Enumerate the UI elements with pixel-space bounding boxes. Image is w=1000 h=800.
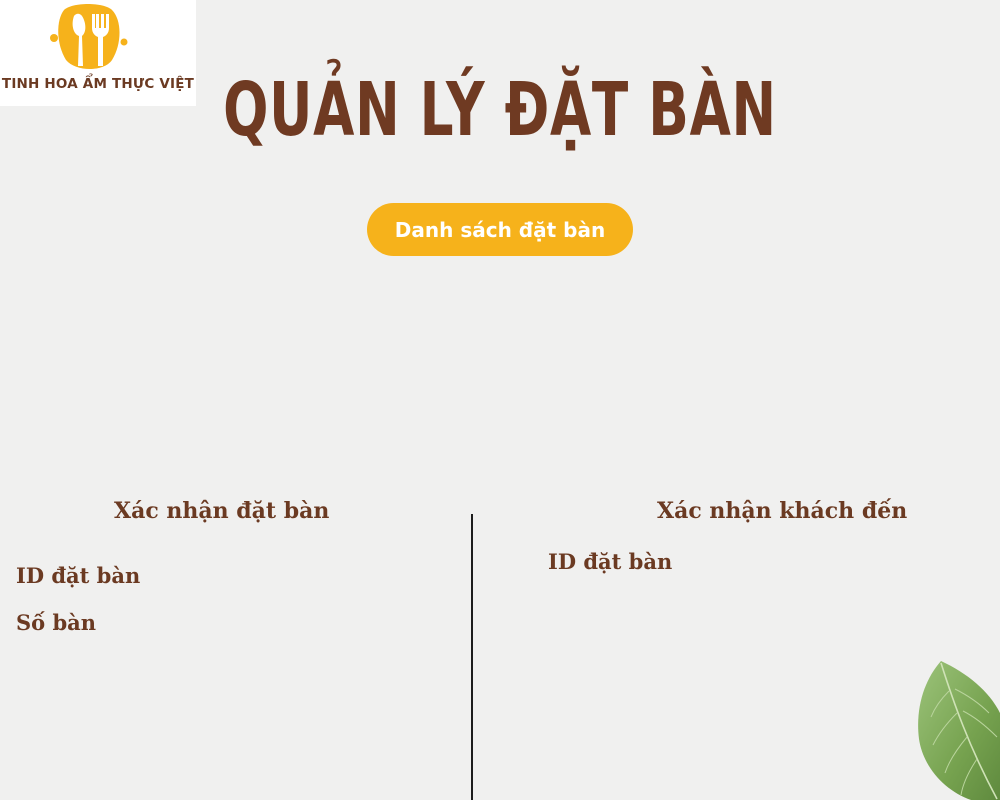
confirm-arrival-title: Xác nhận khách đến [657,498,908,524]
page-title: QUẢN LÝ ĐẶT BÀN [223,67,777,153]
table-number-label: Số bàn [16,610,97,635]
confirm-booking-id-label: ID đặt bàn [16,563,141,588]
booking-list-button[interactable]: Danh sách đặt bàn [367,203,633,256]
confirm-booking-title: Xác nhận đặt bàn [114,498,330,524]
confirm-arrival-id-label: ID đặt bàn [548,549,673,574]
section-divider [471,514,473,800]
leaf-decoration [918,661,1000,800]
fork-knife-icon [50,4,128,69]
